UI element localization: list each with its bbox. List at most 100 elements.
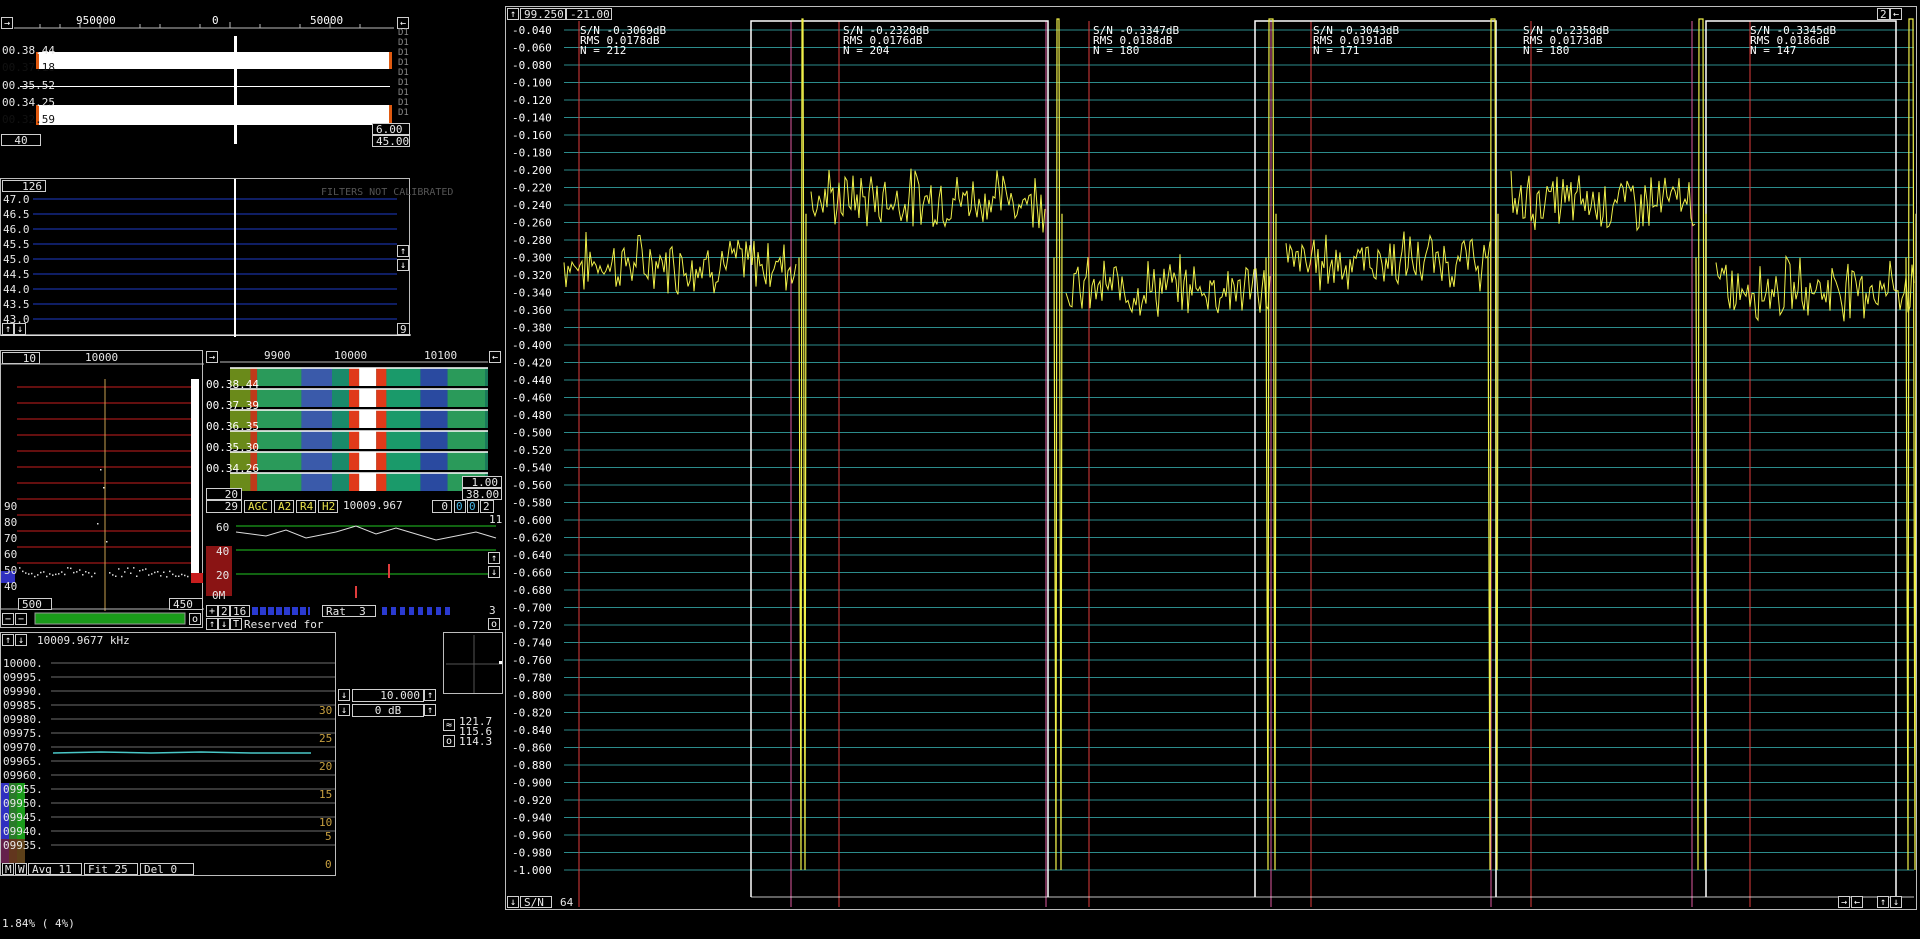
big-graph-sn-button[interactable]: S/N [520,896,552,908]
s-meter-down-button[interactable]: ↓ [488,566,500,578]
spectrum-dot [139,570,141,572]
filter-y-label-8: 43.5 [3,298,30,311]
r4-button[interactable]: R4 [296,500,316,513]
filter-y-label-7: 44.0 [3,283,30,296]
level-up-button[interactable]: ↑ [424,704,436,716]
trace-segment-6 [1715,254,1915,322]
small-minus-button-1[interactable]: − [2,613,14,625]
big-y-label: -0.080 [512,59,552,72]
waterfall-time-3: 00.36.35 [206,420,259,433]
small-bottom-right[interactable]: 450 [169,598,203,610]
t-button[interactable]: T [230,618,242,630]
trace-transient-1 [798,18,807,871]
big-y-label: -0.660 [512,567,552,580]
w-button[interactable]: W [15,863,27,875]
del-button[interactable]: Del 0 [140,863,194,875]
spectrum-dot [37,574,39,576]
waterfall-band [257,431,302,449]
rx-right-box-1[interactable]: 0 [432,500,452,513]
waterfall-right-bottom[interactable]: 38.00 [462,488,502,500]
spectrum-dot [97,523,99,525]
row-b-box[interactable]: 16 [230,605,250,617]
yellow-trace [563,18,1916,871]
readout-o-button[interactable]: o [443,735,455,747]
waterfall-band [359,389,377,407]
big-y-label: -0.460 [512,392,552,405]
small-bottom-left[interactable]: 500 [18,598,52,610]
plus-button[interactable]: + [206,605,218,617]
rx-right-box-4[interactable]: 2 [480,500,494,513]
s-up-button[interactable]: ↑ [206,618,218,630]
s-meter-blue-strip [252,607,310,615]
big-graph-right-arrow-1[interactable]: → [1838,896,1850,908]
rx-right-box-2[interactable]: 0 [454,500,466,513]
spectrum-dot [154,571,156,574]
rx-left-box[interactable]: 29 [206,500,242,513]
spectrum-dot [184,574,186,577]
spectrum-dot [172,573,174,576]
readout-s-button[interactable]: ≈ [443,719,455,731]
rat-button[interactable]: Rat 3 [322,605,376,617]
m-button[interactable]: M [2,863,14,875]
filter-up-left-button[interactable]: ↑ [2,323,14,335]
top-spectrum-panel: → ← 950000 0 50000 00.38.44 00.37.18 00.… [0,16,410,147]
level-setter-value[interactable]: 0 dB [352,704,424,717]
s-meter-panel: 60 40 20 0M 11 ↑ ↓ [206,514,502,606]
waterfall-band [447,389,485,407]
big-y-label: -0.480 [512,409,552,422]
fh-right-3: 20 [319,760,333,773]
row-a-box[interactable]: 2 [218,605,230,617]
spectrum-dot [109,572,111,574]
s-o-button[interactable]: o [488,618,500,630]
fit-button[interactable]: Fit 25 [84,863,138,875]
level-down-button[interactable]: ↓ [338,704,350,716]
freq-setter-value[interactable]: 10.000 [352,689,424,702]
big-y-label: -0.800 [512,689,552,702]
spectrum-dot [58,573,60,575]
rx-frequency-field[interactable]: 10009.967 [340,500,430,513]
small-minus-button-2[interactable]: − [15,613,27,625]
filter-right-number[interactable]: 9 [397,323,410,335]
measurement-n-5: N = 180 [1523,44,1569,57]
big-graph-down-button-2[interactable]: ↓ [1890,896,1902,908]
avg-button[interactable]: Avg 11 [28,863,82,875]
filter-down-button[interactable]: ↓ [397,259,409,271]
waterfall-band [349,473,360,491]
filter-down-left-button[interactable]: ↓ [14,323,26,335]
agc-button[interactable]: AGC [244,500,272,513]
waterfall-right-top[interactable]: 1.00 [462,476,502,488]
spectrum-dot [115,575,117,577]
big-y-label: -0.700 [512,602,552,615]
waterfall-left-value[interactable]: 20 [206,488,242,500]
big-graph-down-button[interactable]: ↓ [507,896,519,908]
s-meter-up-button[interactable]: ↑ [488,552,500,564]
waterfall-band [376,410,387,428]
big-y-label: -0.680 [512,584,552,597]
freq-up-button[interactable]: ↑ [424,689,436,701]
spectrum-dot [166,576,168,578]
rx-right-box-3[interactable]: 0 [467,500,479,513]
big-y-label: -0.280 [512,234,552,247]
big-y-label: -0.900 [512,777,552,790]
top-right-value-2[interactable]: 45.00 [372,135,410,147]
top-left-value[interactable]: 40 [1,134,41,146]
big-y-label: -0.820 [512,707,552,720]
big-y-label: -0.600 [512,514,552,527]
waterfall-band [349,431,360,449]
a2-button[interactable]: A2 [274,500,294,513]
s-down-button[interactable]: ↓ [218,618,230,630]
spectrum-dot [136,575,138,577]
filter-up-button[interactable]: ↑ [397,245,409,257]
small-o-button[interactable]: o [189,613,201,625]
big-graph-right-arrow-2[interactable]: ← [1851,896,1863,908]
big-graph-plot: -0.040 -0.060 -0.080 -0.100 -0.120 -0.140 -0.1… [512,18,1916,907]
h2-button[interactable]: H2 [318,500,338,513]
spectrum-dot [148,574,150,576]
big-graph-up-button-2[interactable]: ↑ [1877,896,1889,908]
spectrum-dot [91,575,93,578]
spectrum-dot [133,567,135,569]
top-right-value-1[interactable]: 6.00 [372,123,410,135]
spectrum-dot [52,574,54,576]
spectrum-dot [175,575,177,577]
freq-down-button[interactable]: ↓ [338,689,350,701]
